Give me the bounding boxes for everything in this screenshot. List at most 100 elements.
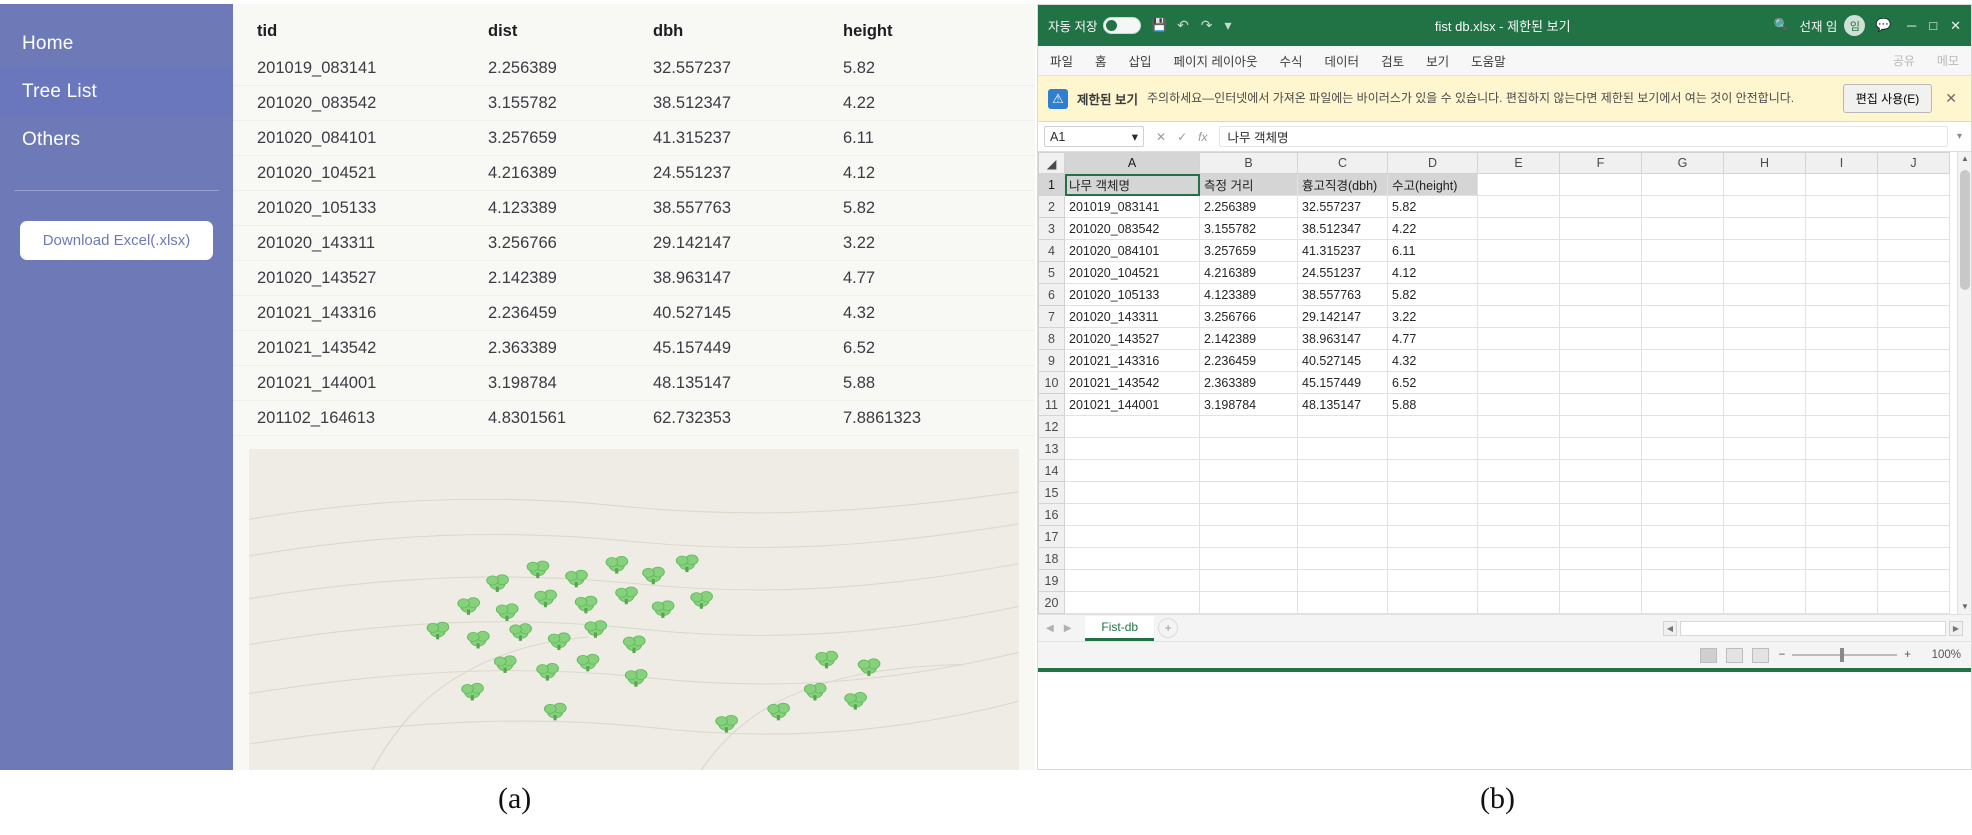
cell-F2[interactable] — [1559, 195, 1642, 218]
redo-icon[interactable]: ↷ — [1201, 17, 1213, 34]
cell-C5[interactable]: 24.551237 — [1297, 261, 1388, 284]
cell-B15[interactable] — [1199, 481, 1298, 504]
cell-E18[interactable] — [1477, 547, 1560, 570]
table-row[interactable]: 201020_104521 4.216389 24.551237 4.12 — [233, 156, 1035, 191]
row-header-8[interactable]: 8 — [1038, 327, 1065, 350]
row-header-5[interactable]: 5 — [1038, 261, 1065, 284]
cell-G18[interactable] — [1641, 547, 1724, 570]
cell-H10[interactable] — [1723, 371, 1806, 394]
row-header-4[interactable]: 4 — [1038, 239, 1065, 262]
cell-E8[interactable] — [1477, 327, 1560, 350]
cell-B3[interactable]: 3.155782 — [1199, 217, 1298, 240]
cell-J18[interactable] — [1877, 547, 1950, 570]
cell-J6[interactable] — [1877, 283, 1950, 306]
row-header-20[interactable]: 20 — [1038, 591, 1065, 614]
cell-H1[interactable] — [1723, 173, 1806, 196]
formula-input[interactable]: 나무 객체명 — [1219, 126, 1948, 147]
cell-D8[interactable]: 4.77 — [1387, 327, 1478, 350]
cell-B13[interactable] — [1199, 437, 1298, 460]
cell-A18[interactable] — [1064, 547, 1200, 570]
cell-C18[interactable] — [1297, 547, 1388, 570]
cancel-icon[interactable]: ✕ — [1156, 130, 1166, 144]
cell-G20[interactable] — [1641, 591, 1724, 614]
row-header-7[interactable]: 7 — [1038, 305, 1065, 328]
cell-B20[interactable] — [1199, 591, 1298, 614]
cell-D12[interactable] — [1387, 415, 1478, 438]
cell-A3[interactable]: 201020_083542 — [1064, 217, 1200, 240]
cell-E7[interactable] — [1477, 305, 1560, 328]
cell-B7[interactable]: 3.256766 — [1199, 305, 1298, 328]
cell-D16[interactable] — [1387, 503, 1478, 526]
cell-F15[interactable] — [1559, 481, 1642, 504]
cell-B6[interactable]: 4.123389 — [1199, 283, 1298, 306]
cell-G2[interactable] — [1641, 195, 1724, 218]
table-row[interactable]: 201102_164613 4.8301561 62.732353 7.8861… — [233, 401, 1035, 436]
zoom-track[interactable] — [1792, 648, 1898, 662]
cell-F10[interactable] — [1559, 371, 1642, 394]
cell-E14[interactable] — [1477, 459, 1560, 482]
cell-F7[interactable] — [1559, 305, 1642, 328]
ribbon-tab-page-layout[interactable]: 페이지 레이아웃 — [1174, 51, 1258, 70]
ribbon-tab-home[interactable]: 홈 — [1095, 51, 1107, 70]
cell-D19[interactable] — [1387, 569, 1478, 592]
cell-I14[interactable] — [1805, 459, 1878, 482]
cell-I2[interactable] — [1805, 195, 1878, 218]
row-header-12[interactable]: 12 — [1038, 415, 1065, 438]
cell-H19[interactable] — [1723, 569, 1806, 592]
cell-C20[interactable] — [1297, 591, 1388, 614]
cell-J13[interactable] — [1877, 437, 1950, 460]
cell-E11[interactable] — [1477, 393, 1560, 416]
cell-C15[interactable] — [1297, 481, 1388, 504]
cell-I7[interactable] — [1805, 305, 1878, 328]
enable-editing-button[interactable]: 편집 사용(E) — [1842, 84, 1933, 113]
scrollbar-thumb[interactable] — [1960, 170, 1970, 290]
cell-J8[interactable] — [1877, 327, 1950, 350]
cell-I17[interactable] — [1805, 525, 1878, 548]
cell-H18[interactable] — [1723, 547, 1806, 570]
cell-G9[interactable] — [1641, 349, 1724, 372]
cell-D2[interactable]: 5.82 — [1387, 195, 1478, 218]
cell-G13[interactable] — [1641, 437, 1724, 460]
row-header-16[interactable]: 16 — [1038, 503, 1065, 526]
cell-D15[interactable] — [1387, 481, 1478, 504]
zoom-in-button[interactable]: + — [1904, 649, 1911, 661]
cell-F17[interactable] — [1559, 525, 1642, 548]
cell-D7[interactable]: 3.22 — [1387, 305, 1478, 328]
search-button[interactable]: 🔍 — [1774, 18, 1790, 33]
cell-H5[interactable] — [1723, 261, 1806, 284]
horizontal-scrollbar[interactable]: ◀ ▶ — [1663, 620, 1963, 636]
cell-H16[interactable] — [1723, 503, 1806, 526]
cell-F12[interactable] — [1559, 415, 1642, 438]
cell-G11[interactable] — [1641, 393, 1724, 416]
page-layout-icon[interactable] — [1725, 647, 1743, 663]
cell-I3[interactable] — [1805, 217, 1878, 240]
column-header-dist[interactable]: dist — [488, 4, 653, 51]
cell-D5[interactable]: 4.12 — [1387, 261, 1478, 284]
cell-E13[interactable] — [1477, 437, 1560, 460]
download-excel-button[interactable]: Download Excel(.xlsx) — [20, 221, 213, 260]
cell-A16[interactable] — [1064, 503, 1200, 526]
cell-D11[interactable]: 5.88 — [1387, 393, 1478, 416]
cell-J20[interactable] — [1877, 591, 1950, 614]
cell-H9[interactable] — [1723, 349, 1806, 372]
column-header-e[interactable]: E — [1477, 152, 1560, 174]
sidebar-item-tree-list[interactable]: Tree List — [0, 68, 233, 116]
cell-C3[interactable]: 38.512347 — [1297, 217, 1388, 240]
cell-F14[interactable] — [1559, 459, 1642, 482]
cell-F9[interactable] — [1559, 349, 1642, 372]
hscroll-track[interactable] — [1680, 620, 1946, 636]
cell-F19[interactable] — [1559, 569, 1642, 592]
table-row[interactable]: 201020_105133 4.123389 38.557763 5.82 — [233, 191, 1035, 226]
minimize-button[interactable]: ─ — [1907, 18, 1916, 34]
cell-J5[interactable] — [1877, 261, 1950, 284]
cell-C4[interactable]: 41.315237 — [1297, 239, 1388, 262]
cell-E19[interactable] — [1477, 569, 1560, 592]
cell-G3[interactable] — [1641, 217, 1724, 240]
column-header-i[interactable]: I — [1805, 152, 1878, 174]
cell-G4[interactable] — [1641, 239, 1724, 262]
cell-J16[interactable] — [1877, 503, 1950, 526]
cell-J14[interactable] — [1877, 459, 1950, 482]
row-header-14[interactable]: 14 — [1038, 459, 1065, 482]
column-header-h[interactable]: H — [1723, 152, 1806, 174]
row-header-3[interactable]: 3 — [1038, 217, 1065, 240]
